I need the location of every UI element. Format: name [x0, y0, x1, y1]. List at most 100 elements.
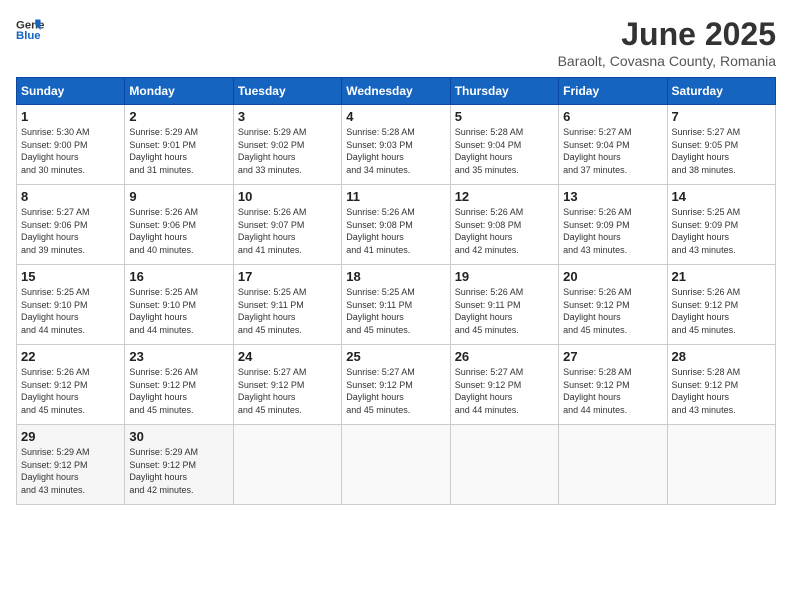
day-number: 16 — [129, 269, 228, 284]
weekday-header-thursday: Thursday — [450, 78, 558, 105]
calendar-cell: 5 Sunrise: 5:28 AM Sunset: 9:04 PM Dayli… — [450, 105, 558, 185]
day-info: Sunrise: 5:26 AM Sunset: 9:08 PM Dayligh… — [346, 206, 445, 256]
day-info: Sunrise: 5:26 AM Sunset: 9:08 PM Dayligh… — [455, 206, 554, 256]
day-info: Sunrise: 5:27 AM Sunset: 9:05 PM Dayligh… — [672, 126, 771, 176]
day-number: 24 — [238, 349, 337, 364]
calendar-cell: 23 Sunrise: 5:26 AM Sunset: 9:12 PM Dayl… — [125, 345, 233, 425]
day-info: Sunrise: 5:25 AM Sunset: 9:11 PM Dayligh… — [238, 286, 337, 336]
calendar-cell: 12 Sunrise: 5:26 AM Sunset: 9:08 PM Dayl… — [450, 185, 558, 265]
day-number: 10 — [238, 189, 337, 204]
day-number: 2 — [129, 109, 228, 124]
calendar-cell: 10 Sunrise: 5:26 AM Sunset: 9:07 PM Dayl… — [233, 185, 341, 265]
calendar-cell: 21 Sunrise: 5:26 AM Sunset: 9:12 PM Dayl… — [667, 265, 775, 345]
week-row-5: 29 Sunrise: 5:29 AM Sunset: 9:12 PM Dayl… — [17, 425, 776, 505]
calendar-cell: 7 Sunrise: 5:27 AM Sunset: 9:05 PM Dayli… — [667, 105, 775, 185]
day-info: Sunrise: 5:25 AM Sunset: 9:10 PM Dayligh… — [21, 286, 120, 336]
day-number: 3 — [238, 109, 337, 124]
calendar-cell: 22 Sunrise: 5:26 AM Sunset: 9:12 PM Dayl… — [17, 345, 125, 425]
calendar-cell: 11 Sunrise: 5:26 AM Sunset: 9:08 PM Dayl… — [342, 185, 450, 265]
calendar-cell: 4 Sunrise: 5:28 AM Sunset: 9:03 PM Dayli… — [342, 105, 450, 185]
day-info: Sunrise: 5:29 AM Sunset: 9:02 PM Dayligh… — [238, 126, 337, 176]
calendar-cell: 2 Sunrise: 5:29 AM Sunset: 9:01 PM Dayli… — [125, 105, 233, 185]
day-info: Sunrise: 5:26 AM Sunset: 9:12 PM Dayligh… — [129, 366, 228, 416]
logo-icon: General Blue — [16, 16, 44, 44]
day-number: 29 — [21, 429, 120, 444]
day-info: Sunrise: 5:26 AM Sunset: 9:12 PM Dayligh… — [672, 286, 771, 336]
day-info: Sunrise: 5:28 AM Sunset: 9:12 PM Dayligh… — [563, 366, 662, 416]
day-number: 15 — [21, 269, 120, 284]
day-number: 9 — [129, 189, 228, 204]
calendar-cell — [450, 425, 558, 505]
day-info: Sunrise: 5:26 AM Sunset: 9:09 PM Dayligh… — [563, 206, 662, 256]
day-number: 11 — [346, 189, 445, 204]
day-info: Sunrise: 5:26 AM Sunset: 9:06 PM Dayligh… — [129, 206, 228, 256]
day-info: Sunrise: 5:26 AM Sunset: 9:07 PM Dayligh… — [238, 206, 337, 256]
day-number: 7 — [672, 109, 771, 124]
day-number: 28 — [672, 349, 771, 364]
day-number: 19 — [455, 269, 554, 284]
weekday-header-monday: Monday — [125, 78, 233, 105]
day-info: Sunrise: 5:26 AM Sunset: 9:11 PM Dayligh… — [455, 286, 554, 336]
week-row-4: 22 Sunrise: 5:26 AM Sunset: 9:12 PM Dayl… — [17, 345, 776, 425]
weekday-header-tuesday: Tuesday — [233, 78, 341, 105]
day-number: 23 — [129, 349, 228, 364]
day-number: 26 — [455, 349, 554, 364]
calendar-cell: 8 Sunrise: 5:27 AM Sunset: 9:06 PM Dayli… — [17, 185, 125, 265]
day-number: 20 — [563, 269, 662, 284]
calendar-cell: 1 Sunrise: 5:30 AM Sunset: 9:00 PM Dayli… — [17, 105, 125, 185]
month-title: June 2025 — [558, 16, 776, 53]
day-number: 1 — [21, 109, 120, 124]
day-number: 5 — [455, 109, 554, 124]
weekday-header-saturday: Saturday — [667, 78, 775, 105]
day-number: 13 — [563, 189, 662, 204]
day-number: 27 — [563, 349, 662, 364]
week-row-3: 15 Sunrise: 5:25 AM Sunset: 9:10 PM Dayl… — [17, 265, 776, 345]
calendar-cell: 15 Sunrise: 5:25 AM Sunset: 9:10 PM Dayl… — [17, 265, 125, 345]
day-number: 8 — [21, 189, 120, 204]
day-number: 17 — [238, 269, 337, 284]
day-number: 25 — [346, 349, 445, 364]
day-info: Sunrise: 5:29 AM Sunset: 9:12 PM Dayligh… — [129, 446, 228, 496]
calendar-cell — [667, 425, 775, 505]
day-info: Sunrise: 5:26 AM Sunset: 9:12 PM Dayligh… — [21, 366, 120, 416]
calendar-cell: 30 Sunrise: 5:29 AM Sunset: 9:12 PM Dayl… — [125, 425, 233, 505]
calendar-cell — [342, 425, 450, 505]
calendar-cell: 17 Sunrise: 5:25 AM Sunset: 9:11 PM Dayl… — [233, 265, 341, 345]
day-number: 12 — [455, 189, 554, 204]
calendar-cell — [559, 425, 667, 505]
day-number: 18 — [346, 269, 445, 284]
weekday-header-row: SundayMondayTuesdayWednesdayThursdayFrid… — [17, 78, 776, 105]
day-info: Sunrise: 5:25 AM Sunset: 9:10 PM Dayligh… — [129, 286, 228, 336]
calendar-cell: 13 Sunrise: 5:26 AM Sunset: 9:09 PM Dayl… — [559, 185, 667, 265]
calendar-cell: 26 Sunrise: 5:27 AM Sunset: 9:12 PM Dayl… — [450, 345, 558, 425]
day-number: 30 — [129, 429, 228, 444]
calendar-cell: 24 Sunrise: 5:27 AM Sunset: 9:12 PM Dayl… — [233, 345, 341, 425]
weekday-header-sunday: Sunday — [17, 78, 125, 105]
day-info: Sunrise: 5:27 AM Sunset: 9:12 PM Dayligh… — [455, 366, 554, 416]
svg-text:Blue: Blue — [16, 30, 41, 42]
day-info: Sunrise: 5:27 AM Sunset: 9:06 PM Dayligh… — [21, 206, 120, 256]
header: General Blue June 2025 Baraolt, Covasna … — [16, 16, 776, 69]
calendar-cell: 9 Sunrise: 5:26 AM Sunset: 9:06 PM Dayli… — [125, 185, 233, 265]
day-info: Sunrise: 5:30 AM Sunset: 9:00 PM Dayligh… — [21, 126, 120, 176]
calendar-table: SundayMondayTuesdayWednesdayThursdayFrid… — [16, 77, 776, 505]
day-info: Sunrise: 5:27 AM Sunset: 9:12 PM Dayligh… — [238, 366, 337, 416]
week-row-2: 8 Sunrise: 5:27 AM Sunset: 9:06 PM Dayli… — [17, 185, 776, 265]
title-area: June 2025 Baraolt, Covasna County, Roman… — [558, 16, 776, 69]
calendar-cell: 29 Sunrise: 5:29 AM Sunset: 9:12 PM Dayl… — [17, 425, 125, 505]
day-info: Sunrise: 5:28 AM Sunset: 9:04 PM Dayligh… — [455, 126, 554, 176]
day-info: Sunrise: 5:29 AM Sunset: 9:01 PM Dayligh… — [129, 126, 228, 176]
calendar-cell: 20 Sunrise: 5:26 AM Sunset: 9:12 PM Dayl… — [559, 265, 667, 345]
day-info: Sunrise: 5:29 AM Sunset: 9:12 PM Dayligh… — [21, 446, 120, 496]
day-info: Sunrise: 5:27 AM Sunset: 9:04 PM Dayligh… — [563, 126, 662, 176]
day-info: Sunrise: 5:25 AM Sunset: 9:09 PM Dayligh… — [672, 206, 771, 256]
day-number: 4 — [346, 109, 445, 124]
weekday-header-wednesday: Wednesday — [342, 78, 450, 105]
day-number: 22 — [21, 349, 120, 364]
calendar-cell: 28 Sunrise: 5:28 AM Sunset: 9:12 PM Dayl… — [667, 345, 775, 425]
day-info: Sunrise: 5:28 AM Sunset: 9:12 PM Dayligh… — [672, 366, 771, 416]
calendar-cell — [233, 425, 341, 505]
day-number: 6 — [563, 109, 662, 124]
day-info: Sunrise: 5:26 AM Sunset: 9:12 PM Dayligh… — [563, 286, 662, 336]
calendar-cell: 19 Sunrise: 5:26 AM Sunset: 9:11 PM Dayl… — [450, 265, 558, 345]
